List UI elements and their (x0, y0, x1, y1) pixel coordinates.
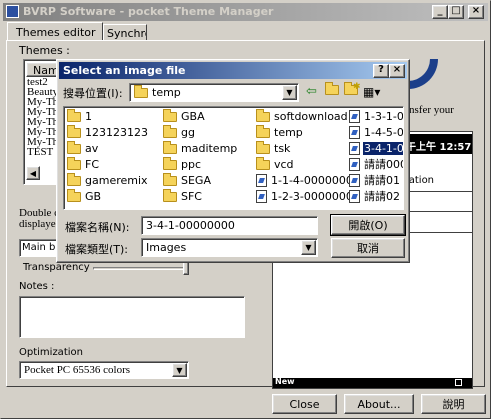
folder-icon (67, 189, 81, 202)
folder-icon (67, 109, 81, 122)
chevron-down-icon[interactable]: ▼ (282, 85, 297, 100)
image-file-icon (349, 189, 360, 203)
file-item[interactable]: 請請000 (349, 157, 403, 171)
file-item[interactable]: 請請01 (349, 173, 401, 187)
location-label: 搜尋位置(I): (63, 87, 123, 100)
folder-icon (163, 173, 177, 186)
location-combo[interactable]: temp ▼ (129, 83, 299, 102)
cancel-button[interactable]: 取消 (331, 238, 405, 258)
file-item[interactable]: SEGA (163, 173, 212, 187)
file-item[interactable]: 1-2-3-00000000 (256, 189, 361, 203)
theme-item[interactable]: TEST (27, 147, 58, 158)
file-item[interactable]: FC (67, 157, 100, 171)
folder-icon (163, 141, 177, 154)
file-item[interactable]: SFC (163, 189, 203, 203)
file-item[interactable]: 1-4-5-0000 (349, 125, 403, 139)
folder-icon (67, 141, 81, 154)
main-title: BVRP Software - pocket Theme Manager (23, 5, 274, 18)
folder-icon (67, 157, 81, 170)
file-list[interactable]: 1 123123123 av FC gameremix GB GBA gg ma… (63, 106, 404, 210)
main-titlebar[interactable]: BVRP Software - pocket Theme Manager _ □… (3, 3, 488, 21)
minimize-button[interactable]: _ (432, 5, 448, 19)
close-window-button[interactable]: × (468, 5, 484, 19)
chevron-down-icon[interactable]: ▼ (172, 363, 187, 377)
image-file-icon (256, 189, 267, 203)
optimization-select[interactable]: Pocket PC 65536 colors ▼ (19, 361, 189, 379)
transfer-text: nsfer your (409, 104, 454, 116)
chevron-down-icon[interactable]: ▼ (301, 240, 316, 255)
folder-icon (256, 125, 270, 138)
view-menu-icon[interactable]: ▦▾ (363, 85, 383, 101)
close-button[interactable]: Close (272, 394, 337, 414)
image-file-icon (349, 125, 360, 139)
image-file-icon (349, 157, 360, 171)
optimization-label: Optimization (19, 347, 83, 358)
file-item[interactable]: ppc (163, 157, 202, 171)
keyboard-icon (455, 379, 462, 386)
folder-icon (163, 189, 177, 202)
help-button[interactable]: 說明 (421, 394, 486, 414)
filetype-select[interactable]: Images ▼ (141, 238, 318, 257)
filename-label: 檔案名稱(N): (65, 221, 130, 234)
themes-label: Themes : (19, 44, 70, 57)
scroll-left-button[interactable]: ◀ (26, 166, 40, 180)
filetype-label: 檔案類型(T): (65, 243, 129, 256)
file-item[interactable]: GBA (163, 109, 206, 123)
folder-icon (256, 157, 270, 170)
folder-icon (134, 85, 148, 98)
about-button[interactable]: About... (344, 394, 414, 414)
folder-icon (67, 173, 81, 186)
folder-icon (67, 125, 81, 138)
up-folder-icon[interactable] (325, 82, 341, 101)
image-file-icon (349, 173, 360, 187)
folder-icon (163, 125, 177, 138)
image-file-icon (349, 141, 360, 155)
dialog-titlebar[interactable]: Select an image file ? × (59, 62, 407, 79)
tab-synchronization[interactable]: Synchronization (103, 24, 147, 41)
app-icon (6, 5, 19, 18)
folder-icon (256, 109, 270, 122)
back-icon[interactable]: ⇦ (306, 85, 322, 101)
transparency-slider-thumb[interactable] (183, 261, 189, 275)
file-item[interactable]: softdownload (256, 109, 349, 123)
dialog-help-button[interactable]: ? (373, 64, 389, 78)
themes-list-items: test2 Beauty My-Th My-Th My-Th My-Th My-… (27, 77, 58, 158)
file-item[interactable]: GB (67, 189, 102, 203)
preview-bottombar: New (273, 377, 472, 388)
file-item[interactable]: 1 (67, 109, 93, 123)
file-item[interactable]: 1-3-1-0000 (349, 109, 403, 123)
file-item[interactable]: maditemp (163, 141, 238, 155)
main-background-field[interactable]: Main bac (19, 239, 59, 257)
file-item[interactable]: temp (256, 125, 304, 139)
transparency-label: Transparency (23, 262, 90, 273)
maximize-button[interactable]: □ (448, 5, 464, 19)
dialog-title: Select an image file (63, 64, 186, 77)
file-dialog: Select an image file ? × 搜尋位置(I): temp ▼… (56, 59, 410, 263)
open-button[interactable]: 開啟(O) (330, 214, 406, 236)
new-folder-icon[interactable]: ✱ (344, 82, 361, 101)
file-item[interactable]: 請請02 (349, 189, 401, 203)
file-item[interactable]: 123123123 (67, 125, 149, 139)
displayed-text: displayed (19, 218, 62, 230)
file-item[interactable]: vcd (256, 157, 295, 171)
file-item[interactable]: av (67, 141, 99, 155)
image-file-icon (349, 109, 360, 123)
file-item[interactable]: gg (163, 125, 196, 139)
dialog-close-button[interactable]: × (389, 64, 405, 78)
folder-icon (163, 157, 177, 170)
folder-icon (163, 109, 177, 122)
file-item[interactable]: gameremix (67, 173, 149, 187)
file-item[interactable]: tsk (256, 141, 291, 155)
notes-label: Notes : (19, 281, 55, 292)
image-file-icon (256, 173, 267, 187)
transparency-slider-track[interactable] (93, 267, 185, 270)
tab-themes-editor[interactable]: Themes editor (7, 22, 103, 41)
notes-textarea[interactable] (19, 296, 245, 338)
filename-input[interactable]: 3-4-1-00000000 (141, 216, 318, 235)
file-item[interactable]: 1-1-4-00000000 (256, 173, 361, 187)
folder-icon (256, 141, 270, 154)
file-item-selected[interactable]: 3-4-1-0000 (349, 140, 403, 156)
